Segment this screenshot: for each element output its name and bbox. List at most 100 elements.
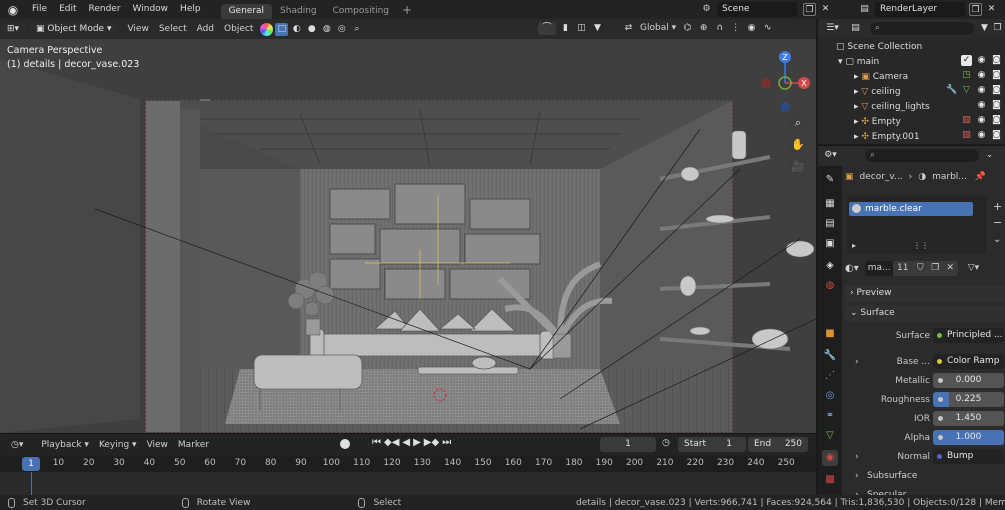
editor-type-icon[interactable]: ⊞▾ bbox=[2, 21, 26, 37]
next-keyframe-icon[interactable]: ▶◆ bbox=[424, 437, 439, 448]
play-reverse-icon[interactable]: ◀ bbox=[402, 437, 410, 448]
viewport-search-icon[interactable]: ⌕ bbox=[354, 24, 359, 34]
output-tab-icon[interactable]: ▤ bbox=[822, 216, 838, 232]
menu-window[interactable]: Window bbox=[127, 0, 175, 19]
menu-render[interactable]: Render bbox=[83, 0, 127, 19]
menu-playback[interactable]: Playback ▾ bbox=[36, 438, 94, 453]
roughness-slider[interactable]: 0.225 bbox=[933, 392, 1004, 407]
preview-panel-header[interactable]: › Preview bbox=[845, 285, 1005, 302]
duplicate-material-icon[interactable]: ❐ bbox=[927, 260, 943, 276]
tab-compositing[interactable]: Compositing bbox=[325, 4, 397, 19]
fake-user-shield-icon[interactable]: ⛉ bbox=[912, 260, 928, 276]
magnet-icon[interactable]: ∩ bbox=[713, 22, 726, 35]
world-tab-icon[interactable]: ◍ bbox=[822, 278, 838, 294]
physics-tab-icon[interactable]: ◎ bbox=[822, 388, 838, 404]
base-color-field[interactable]: Color Ramp bbox=[933, 354, 1004, 369]
proportional-edit-icon[interactable]: ◉ bbox=[745, 22, 758, 35]
normal-field[interactable]: Bump bbox=[933, 449, 1004, 464]
camera-render-icon[interactable]: ◙ bbox=[991, 70, 1002, 81]
camera-view-icon[interactable]: 🎥 bbox=[788, 157, 808, 177]
metallic-field[interactable]: 0.000 bbox=[933, 373, 1004, 388]
delete-scene-icon[interactable]: ✕ bbox=[819, 3, 832, 16]
scene-selector[interactable]: Scene bbox=[717, 2, 797, 17]
menu-keying[interactable]: Keying ▾ bbox=[94, 438, 142, 453]
camera-render-icon[interactable]: ◙ bbox=[991, 85, 1002, 96]
frame-ruler[interactable]: 1 10 20 30 40 50 60 70 80 90 100 110 120 130 140 150 160… bbox=[0, 456, 816, 472]
render-layer-icon[interactable]: ▤ bbox=[858, 3, 871, 16]
eye-icon[interactable]: ◉ bbox=[976, 85, 987, 96]
outliner-editor-icon[interactable]: ☰▾ bbox=[826, 22, 839, 35]
prev-keyframe-icon[interactable]: ◆◀ bbox=[384, 437, 399, 448]
subsurface-row[interactable]: › Subsurface bbox=[845, 468, 1005, 484]
eye-icon[interactable]: ◉ bbox=[976, 55, 987, 66]
surface-panel-header[interactable]: ⌄ Surface bbox=[845, 305, 1005, 322]
transform-orientation-dropdown[interactable]: Global ▾ bbox=[638, 21, 678, 36]
current-frame-marker[interactable]: 1 bbox=[22, 457, 40, 471]
current-frame-field[interactable]: 1 bbox=[600, 437, 656, 452]
outliner-item-ceiling[interactable]: ▸ ▽ ceiling 🔧 ▽ ◉ ◙ bbox=[818, 85, 1005, 100]
material-slot[interactable]: marble.clear bbox=[849, 202, 973, 216]
menu-object[interactable]: Object bbox=[219, 22, 258, 37]
solid-shading-icon[interactable]: ● bbox=[305, 23, 318, 36]
menu-edit[interactable]: Edit bbox=[53, 0, 82, 19]
gizmo-toggle-icon[interactable]: ⌒ bbox=[538, 22, 556, 35]
record-button[interactable] bbox=[340, 439, 350, 449]
select-box-icon[interactable]: □ bbox=[275, 22, 289, 36]
outliner-item-empty-001[interactable]: ▸ ✣ Empty.001 ▨ ◉ ◙ bbox=[818, 130, 1005, 145]
new-collection-icon[interactable]: ❐ bbox=[991, 22, 1004, 35]
3d-viewport[interactable]: ⊞▾ ▣ Object Mode ▾ View Select Add Objec… bbox=[0, 19, 816, 433]
end-frame-field[interactable]: End 250 bbox=[748, 437, 808, 452]
specular-row[interactable]: › Specular bbox=[845, 487, 1005, 495]
jump-start-icon[interactable]: ⏮ bbox=[372, 437, 381, 448]
ior-field[interactable]: 1.450 bbox=[933, 411, 1004, 426]
copy-scene-icon[interactable]: ❐ bbox=[803, 3, 816, 16]
view-layer-tab-icon[interactable]: ▣ bbox=[822, 236, 838, 252]
remove-slot-button[interactable]: − bbox=[993, 216, 1002, 229]
zoom-icon[interactable]: ⌕ bbox=[788, 113, 808, 133]
unlink-material-icon[interactable]: ✕ bbox=[942, 260, 958, 276]
scene-collection-row[interactable]: ▢ Scene Collection bbox=[818, 40, 1005, 55]
tool-tab-icon[interactable]: ✎ bbox=[822, 172, 838, 188]
menu-add[interactable]: Add bbox=[192, 22, 219, 37]
checkbox-icon[interactable]: ✓ bbox=[961, 55, 972, 66]
constraints-tab-icon[interactable]: ⚭ bbox=[822, 408, 838, 424]
menu-view[interactable]: View bbox=[122, 22, 153, 37]
filter-icon[interactable]: ▼ bbox=[591, 22, 604, 35]
link-filter-icon[interactable]: ▽▾ bbox=[968, 263, 979, 273]
scene-tab-icon[interactable]: ◈ bbox=[822, 258, 838, 274]
outliner-item-camera[interactable]: ▸ ▣ Camera ◳ ◉ ◙ bbox=[818, 70, 1005, 85]
copy-layer-icon[interactable]: ❐ bbox=[969, 3, 982, 16]
pan-hand-icon[interactable]: ✋ bbox=[788, 135, 808, 155]
jump-end-icon[interactable]: ⏭ bbox=[442, 437, 451, 448]
bookmark-icon[interactable]: ▮ bbox=[559, 22, 572, 35]
eye-icon[interactable]: ◉ bbox=[976, 130, 987, 141]
filter-icon[interactable]: ▼ bbox=[978, 22, 991, 35]
object-mode-dropdown[interactable]: ▣ Object Mode ▾ bbox=[30, 21, 117, 37]
start-frame-field[interactable]: Start 1 bbox=[678, 437, 746, 452]
add-workspace-button[interactable]: + bbox=[397, 3, 417, 17]
camera-render-icon[interactable]: ◙ bbox=[991, 130, 1002, 141]
outliner-item-empty[interactable]: ▸ ✣ Empty ▨ ◉ ◙ bbox=[818, 115, 1005, 130]
user-count[interactable]: 11 bbox=[892, 260, 913, 276]
scene-icon[interactable]: ⚙ bbox=[700, 3, 713, 16]
expand-arrow-icon[interactable]: › bbox=[855, 449, 859, 465]
wireframe-shading-icon[interactable]: ◐ bbox=[290, 23, 303, 36]
alpha-slider[interactable]: 1.000 bbox=[933, 430, 1004, 445]
drag-handle-icon[interactable]: ⋮⋮ bbox=[913, 241, 929, 250]
slot-specials-menu[interactable]: ⌄ bbox=[993, 234, 1001, 245]
transform-orientation-icon[interactable]: ⇄ bbox=[622, 22, 635, 35]
tab-general[interactable]: General bbox=[220, 4, 273, 19]
tab-shading[interactable]: Shading bbox=[272, 4, 325, 19]
play-icon[interactable]: ▶ bbox=[413, 437, 421, 448]
eye-icon[interactable]: ◉ bbox=[976, 70, 987, 81]
camera-render-icon[interactable]: ◙ bbox=[991, 115, 1002, 126]
scene-render[interactable] bbox=[0, 39, 816, 433]
add-slot-button[interactable]: + bbox=[993, 200, 1002, 213]
snap-icon[interactable]: ◫ bbox=[575, 22, 588, 35]
blender-logo-icon[interactable]: ◉ bbox=[0, 3, 26, 17]
menu-help[interactable]: Help bbox=[174, 0, 207, 19]
properties-editor-icon[interactable]: ⚙▾ bbox=[824, 149, 837, 162]
rendered-shading-icon[interactable]: ◎ bbox=[335, 23, 348, 36]
pivot-icon[interactable]: ⌬ bbox=[681, 22, 694, 35]
eye-icon[interactable]: ◉ bbox=[976, 115, 987, 126]
